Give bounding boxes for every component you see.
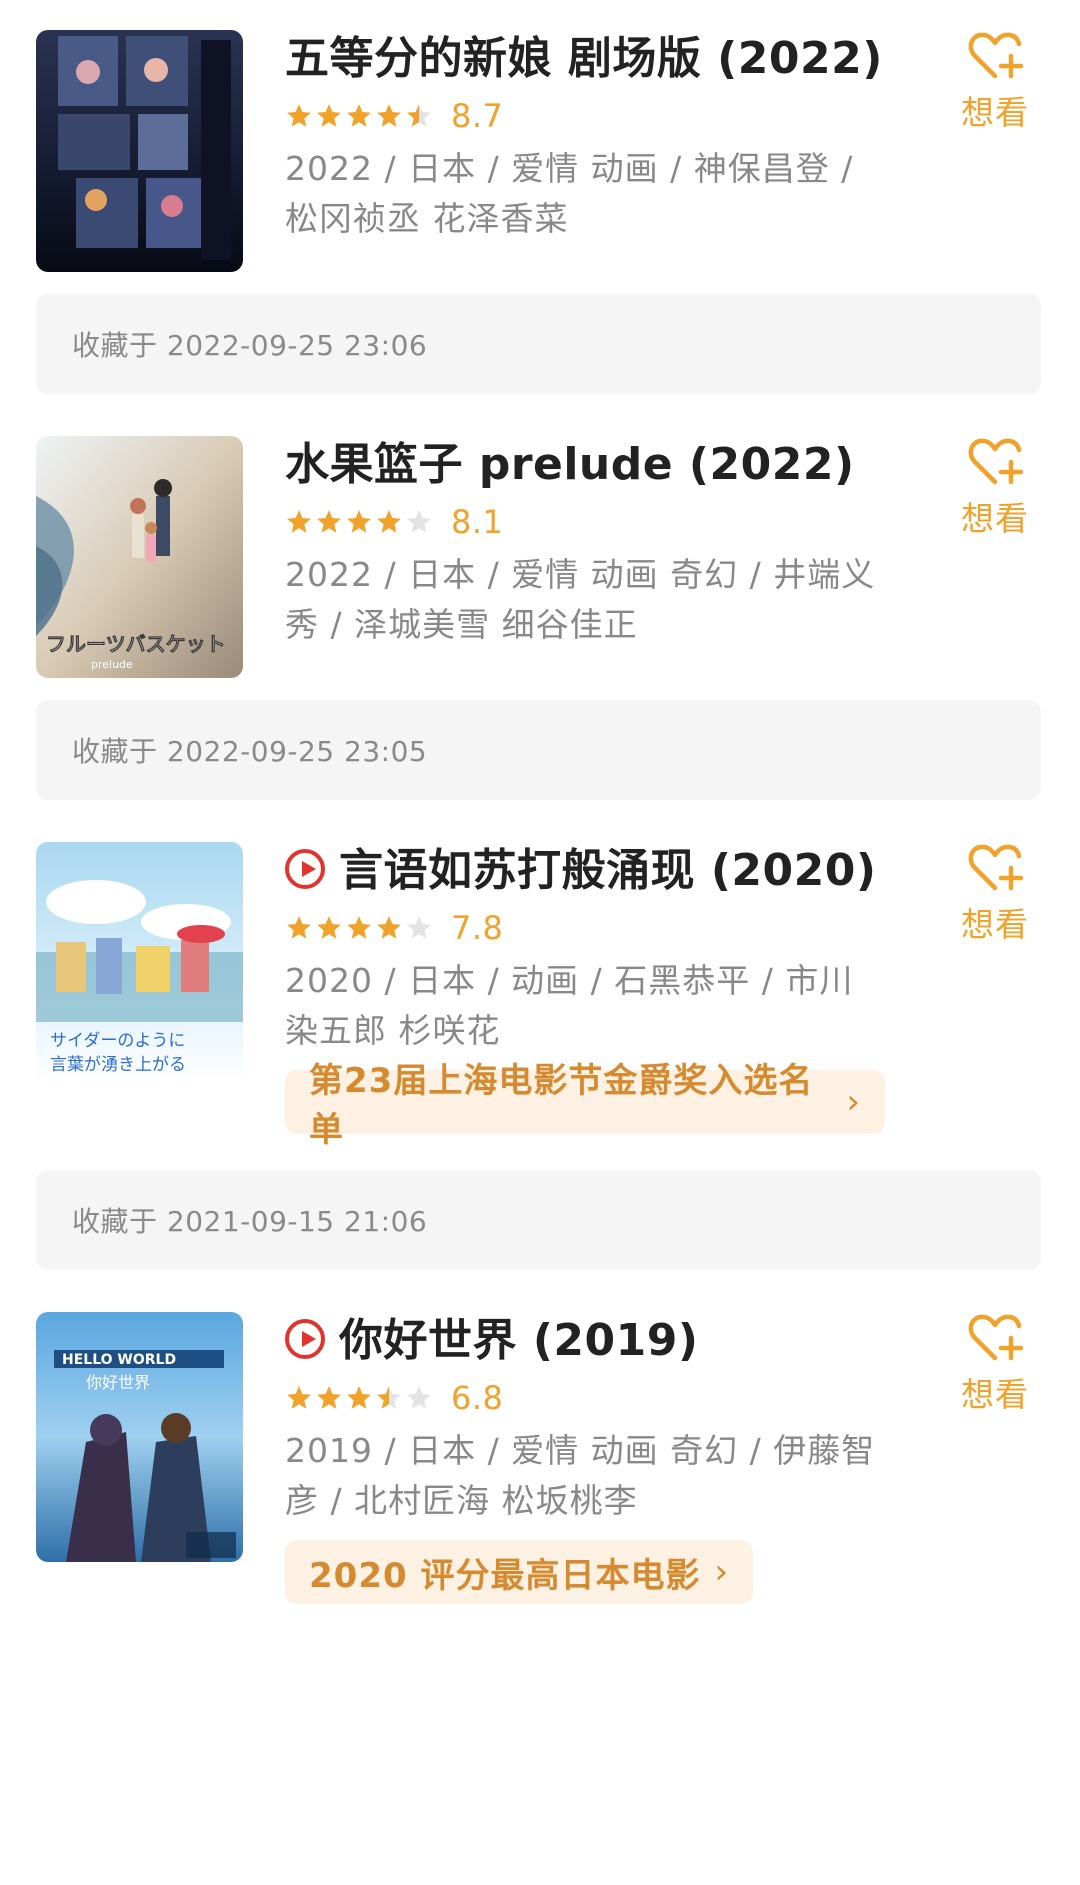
svg-text:HELLO WORLD: HELLO WORLD xyxy=(62,1352,176,1368)
movie-score: 7.8 xyxy=(451,909,504,947)
movie-poster[interactable]: HELLO WORLD 你好世界 xyxy=(36,1312,243,1562)
play-icon[interactable] xyxy=(285,1319,325,1359)
movie-title[interactable]: 言语如苏打般涌现 (2020) xyxy=(285,842,885,900)
svg-text:你好世界: 你好世界 xyxy=(86,1373,150,1392)
star-full-icon xyxy=(377,916,401,939)
want-to-watch-button[interactable]: 想看 xyxy=(955,30,1035,134)
heart-plus-icon xyxy=(968,1314,1023,1361)
svg-text:フルーツバスケット: フルーツバスケット xyxy=(46,632,226,656)
movie-info: 你好世界 (2019) 6.8 2019 / 日本 / 爱情 动画 奇幻 / 伊… xyxy=(285,1312,885,1604)
movie-meta: 2019 / 日本 / 爱情 动画 奇幻 / 伊藤智彦 / 北村匠海 松坂桃李 xyxy=(285,1431,876,1520)
star-full-icon xyxy=(317,510,341,533)
play-icon[interactable] xyxy=(285,849,325,889)
svg-text:prelude: prelude xyxy=(91,658,133,671)
movie-score: 8.1 xyxy=(451,503,504,541)
award-badge[interactable]: 第23届上海电影节金爵奖入选名单 › xyxy=(285,1061,885,1150)
star-full-icon xyxy=(287,916,311,939)
movie-meta: 2022 / 日本 / 爱情 动画 奇幻 / 井端义秀 / 泽城美雪 细谷佳正 xyxy=(285,555,876,644)
want-to-watch-label: 想看 xyxy=(961,93,1029,132)
star-full-icon xyxy=(347,916,371,939)
favorites-list: 五等分的新娘 剧场版 (2022) 8.7 2022 / 日本 / 爱情 动画 … xyxy=(0,0,1080,1885)
saved-timestamp: 收藏于 2022-09-25 23:06 xyxy=(36,294,1041,394)
movie-poster[interactable] xyxy=(36,30,243,272)
movie-title[interactable]: 五等分的新娘 剧场版 (2022) xyxy=(285,30,885,88)
want-to-watch-button[interactable]: 想看 xyxy=(955,1312,1035,1416)
movie-rating: 6.8 xyxy=(285,1376,885,1420)
want-to-watch-button[interactable]: 想看 xyxy=(955,436,1035,540)
movie-title[interactable]: 水果篮子 prelude (2022) xyxy=(285,436,885,494)
movie-poster[interactable]: サイダーのように 言葉が湧き上がる xyxy=(36,842,243,1084)
movie-rating: 7.8 xyxy=(285,906,885,950)
star-full-icon xyxy=(287,510,311,533)
star-full-icon xyxy=(317,916,341,939)
star-rating xyxy=(285,1384,433,1412)
want-to-watch-label: 想看 xyxy=(961,499,1029,538)
movie-title[interactable]: 你好世界 (2019) xyxy=(285,1312,885,1370)
movie-score: 6.8 xyxy=(451,1379,504,1417)
star-full-icon xyxy=(317,1386,341,1409)
heart-plus-icon xyxy=(968,32,1023,79)
chevron-right-icon: › xyxy=(846,1082,861,1122)
svg-text:言葉が湧き上がる: 言葉が湧き上がる xyxy=(50,1055,186,1075)
saved-timestamp: 收藏于 2021-09-15 21:06 xyxy=(36,1170,1041,1270)
heart-plus-icon xyxy=(968,438,1023,485)
chevron-right-icon: › xyxy=(714,1552,730,1592)
star-rating xyxy=(285,508,433,536)
award-badge[interactable]: 2020 评分最高日本电影 › xyxy=(285,1540,754,1604)
star-rating xyxy=(285,914,433,942)
star-full-icon xyxy=(347,1386,371,1409)
movie-info: 水果篮子 prelude (2022) 8.1 2022 / 日本 / 爱情 动… xyxy=(285,436,885,650)
star-rating xyxy=(285,102,433,130)
star-empty-icon xyxy=(407,1386,431,1409)
want-to-watch-button[interactable]: 想看 xyxy=(955,842,1035,946)
movie-meta: 2020 / 日本 / 动画 / 石黑恭平 / 市川染五郎 杉咲花 xyxy=(285,961,854,1050)
want-to-watch-label: 想看 xyxy=(961,1375,1029,1414)
star-half-icon xyxy=(407,104,431,127)
movie-poster[interactable]: フルーツバスケット prelude xyxy=(36,436,243,678)
movie-info: 言语如苏打般涌现 (2020) 7.8 2020 / 日本 / 动画 / 石黑恭… xyxy=(285,842,885,1150)
star-full-icon xyxy=(377,104,401,127)
movie-rating: 8.1 xyxy=(285,500,885,544)
movie-meta: 2022 / 日本 / 爱情 动画 / 神保昌登 / 松冈祯丞 花泽香菜 xyxy=(285,149,854,238)
star-full-icon xyxy=(377,510,401,533)
star-empty-icon xyxy=(407,510,431,533)
heart-plus-icon xyxy=(968,844,1023,891)
star-full-icon xyxy=(347,510,371,533)
star-full-icon xyxy=(317,104,341,127)
star-full-icon xyxy=(347,104,371,127)
want-to-watch-label: 想看 xyxy=(961,905,1029,944)
star-full-icon xyxy=(287,1386,311,1409)
movie-score: 8.7 xyxy=(451,97,504,135)
movie-info: 五等分的新娘 剧场版 (2022) 8.7 2022 / 日本 / 爱情 动画 … xyxy=(285,30,885,244)
movie-rating: 8.7 xyxy=(285,94,885,138)
star-full-icon xyxy=(287,104,311,127)
saved-timestamp: 收藏于 2022-09-25 23:05 xyxy=(36,700,1041,800)
svg-text:サイダーのように: サイダーのように xyxy=(50,1031,185,1051)
star-half-icon xyxy=(377,1386,401,1409)
star-empty-icon xyxy=(407,916,431,939)
